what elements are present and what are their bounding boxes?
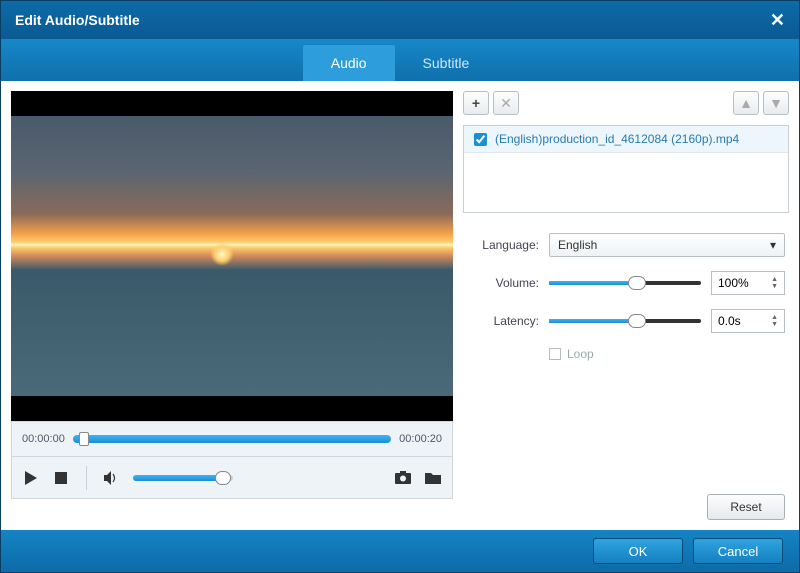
folder-icon[interactable] xyxy=(424,469,442,487)
loop-row: Loop xyxy=(549,347,785,361)
latency-slider[interactable] xyxy=(549,319,701,323)
volume-setting-slider[interactable] xyxy=(549,281,701,285)
video-panel: 00:00:00 00:00:20 xyxy=(11,91,453,520)
volume-label: Volume: xyxy=(467,276,539,290)
track-list: (English)production_id_4612084 (2160p).m… xyxy=(463,125,789,213)
separator xyxy=(86,466,87,490)
titlebar: Edit Audio/Subtitle ✕ xyxy=(1,1,799,39)
loop-label: Loop xyxy=(567,347,594,361)
track-toolbar: + ✕ ▲ ▼ xyxy=(463,91,789,115)
audio-settings-panel: + ✕ ▲ ▼ (English)production_id_4612084 (… xyxy=(463,91,789,520)
reset-button[interactable]: Reset xyxy=(707,494,785,520)
language-label: Language: xyxy=(467,238,539,252)
content-area: 00:00:00 00:00:20 xyxy=(1,81,799,530)
reset-row: Reset xyxy=(463,494,789,520)
latency-row: Latency: 0.0s ▲▼ xyxy=(467,309,785,333)
stop-icon[interactable] xyxy=(52,469,70,487)
volume-spinner[interactable]: 100% ▲▼ xyxy=(711,271,785,295)
volume-slider[interactable] xyxy=(133,475,233,481)
edit-audio-subtitle-dialog: Edit Audio/Subtitle ✕ Audio Subtitle 00:… xyxy=(0,0,800,573)
latency-handle[interactable] xyxy=(628,314,646,328)
dialog-footer: OK Cancel xyxy=(1,530,799,572)
remove-track-button[interactable]: ✕ xyxy=(493,91,519,115)
tab-audio[interactable]: Audio xyxy=(303,45,395,81)
track-checkbox[interactable] xyxy=(474,133,487,146)
chevron-down-icon: ▾ xyxy=(770,238,776,252)
settings-group: Language: English ▾ Volume: 100% ▲▼ xyxy=(463,223,789,371)
ok-button[interactable]: OK xyxy=(593,538,683,564)
track-item[interactable]: (English)production_id_4612084 (2160p).m… xyxy=(464,126,788,153)
play-icon[interactable] xyxy=(22,469,40,487)
loop-checkbox[interactable] xyxy=(549,348,561,360)
tab-subtitle[interactable]: Subtitle xyxy=(395,45,498,81)
cancel-button[interactable]: Cancel xyxy=(693,538,783,564)
tab-bar: Audio Subtitle xyxy=(1,39,799,81)
window-title: Edit Audio/Subtitle xyxy=(15,12,140,28)
time-current: 00:00:00 xyxy=(22,433,65,445)
time-total: 00:00:20 xyxy=(399,433,442,445)
latency-spinner[interactable]: 0.0s ▲▼ xyxy=(711,309,785,333)
timeline-slider[interactable] xyxy=(73,435,391,443)
timeline-handle[interactable] xyxy=(79,432,89,446)
track-label: (English)production_id_4612084 (2160p).m… xyxy=(495,132,739,146)
timeline: 00:00:00 00:00:20 xyxy=(11,421,453,457)
speaker-icon[interactable] xyxy=(103,469,121,487)
video-frame xyxy=(11,116,453,396)
latency-label: Latency: xyxy=(467,314,539,328)
add-track-button[interactable]: + xyxy=(463,91,489,115)
move-up-button[interactable]: ▲ xyxy=(733,91,759,115)
video-preview xyxy=(11,91,453,421)
volume-handle[interactable] xyxy=(215,471,231,485)
language-row: Language: English ▾ xyxy=(467,233,785,257)
language-select[interactable]: English ▾ xyxy=(549,233,785,257)
volume-row: Volume: 100% ▲▼ xyxy=(467,271,785,295)
move-down-button[interactable]: ▼ xyxy=(763,91,789,115)
player-controls xyxy=(11,457,453,499)
volume-setting-handle[interactable] xyxy=(628,276,646,290)
close-icon[interactable]: ✕ xyxy=(770,10,785,31)
snapshot-icon[interactable] xyxy=(394,469,412,487)
